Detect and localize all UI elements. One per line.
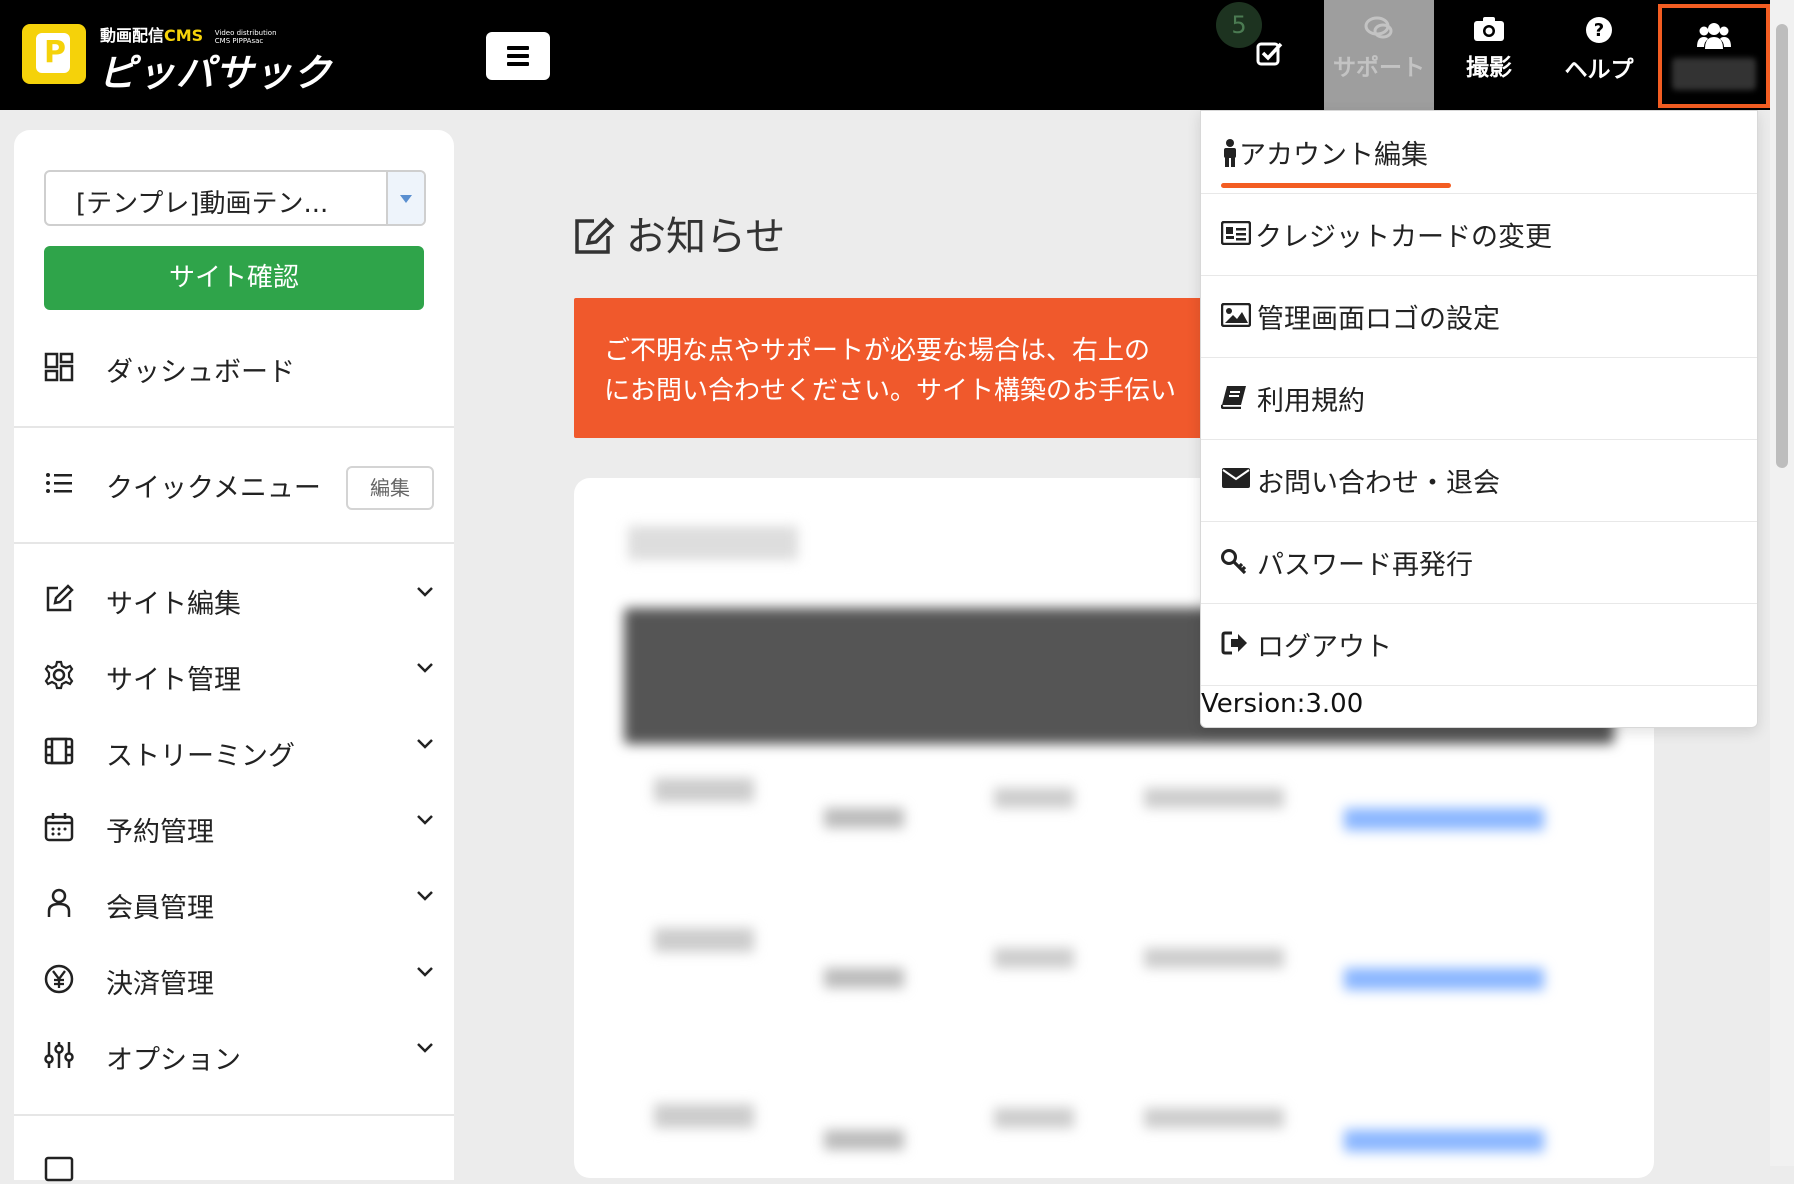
- top-header: P 動画配信CMS Video distribution CMS PIPPAsac…: [0, 0, 1794, 110]
- chevron-down-icon: [417, 815, 433, 825]
- book-icon: [1221, 386, 1246, 409]
- menu-item-logout[interactable]: ログアウト: [1201, 603, 1757, 686]
- nav-camera-label: 撮影: [1466, 55, 1512, 81]
- dashboard-icon: [44, 352, 74, 382]
- quick-menu-edit-button[interactable]: 編集: [346, 466, 434, 510]
- menu-item-contact-withdraw[interactable]: お問い合わせ・退会: [1201, 439, 1757, 522]
- page-scrollbar[interactable]: [1770, 0, 1794, 1166]
- calendar-icon: [44, 813, 74, 842]
- question-icon: ?: [1586, 17, 1612, 43]
- logo-letter: P: [44, 35, 66, 70]
- sidebar-divider: [14, 1114, 454, 1116]
- nav-camera[interactable]: 撮影: [1434, 0, 1544, 110]
- alert-line: ご不明な点やサポートが必要な場合は、右上の: [604, 336, 1151, 366]
- nav-help-label: ヘルプ: [1564, 57, 1634, 83]
- version-label: Version:3.00: [1201, 689, 1364, 719]
- users-icon: [1697, 23, 1731, 49]
- tag-icon: [44, 1156, 74, 1182]
- chevron-down-icon: [417, 587, 433, 597]
- site-select-value: [テンプレ]動画テン...: [76, 189, 329, 219]
- nav-help[interactable]: ? ヘルプ: [1544, 0, 1654, 110]
- envelope-icon: [1222, 468, 1250, 488]
- task-check-icon[interactable]: [1256, 40, 1284, 70]
- scrollbar-thumb[interactable]: [1776, 24, 1788, 468]
- chevron-down-icon: [417, 891, 433, 901]
- chevron-down-icon: [417, 967, 433, 977]
- caret-down-icon: [400, 195, 412, 203]
- gear-icon: [44, 660, 74, 690]
- active-underline: [1221, 183, 1451, 188]
- chat-icon: [1364, 16, 1393, 39]
- alert-line: にお問い合わせください。サイト構築のお手伝い: [604, 376, 1177, 406]
- page-title: お知らせ: [572, 204, 785, 262]
- menu-item-password-reissue[interactable]: パスワード再発行: [1201, 521, 1757, 604]
- sidebar-divider: [14, 542, 454, 544]
- chevron-down-icon: [417, 663, 433, 673]
- hamburger-icon: [507, 46, 529, 50]
- menu-item-account-edit[interactable]: アカウント編集: [1201, 111, 1757, 194]
- film-icon: [44, 737, 74, 765]
- site-select-arrow[interactable]: [386, 172, 424, 224]
- svg-text:?: ?: [1594, 20, 1604, 41]
- card-icon: [1221, 221, 1251, 245]
- site-select[interactable]: [テンプレ]動画テン...: [44, 170, 426, 226]
- edit-icon: [575, 217, 615, 254]
- site-check-button[interactable]: サイト確認: [44, 246, 424, 310]
- menu-toggle-button[interactable]: [486, 32, 550, 80]
- logo-icon[interactable]: P: [22, 24, 86, 84]
- account-dropdown-menu: アカウント編集 クレジットカードの変更 管理画面ロゴの設定 利用規約 お問い合わ…: [1200, 110, 1758, 728]
- chevron-down-icon: [417, 739, 433, 749]
- logout-icon: [1221, 631, 1247, 655]
- user-icon: [1224, 139, 1236, 167]
- menu-item-logo-setting[interactable]: 管理画面ロゴの設定: [1201, 275, 1757, 358]
- list-icon: [46, 473, 72, 493]
- key-icon: [1221, 549, 1247, 575]
- yen-icon: [44, 964, 74, 994]
- nav-user-account[interactable]: [1658, 4, 1770, 108]
- person-icon: [47, 888, 71, 917]
- edit-icon: [46, 584, 74, 612]
- user-name-blurred: [1672, 58, 1756, 90]
- menu-item-credit-card[interactable]: クレジットカードの変更: [1201, 193, 1757, 276]
- camera-icon: [1474, 17, 1504, 41]
- sidebar-divider: [14, 426, 454, 428]
- blurred-heading: [628, 526, 798, 560]
- sliders-icon: [44, 1042, 74, 1068]
- logo-name[interactable]: ピッパサック: [98, 42, 332, 97]
- chevron-down-icon: [417, 1043, 433, 1053]
- image-icon: [1221, 303, 1251, 327]
- nav-support-label: サポート: [1333, 55, 1425, 81]
- menu-item-terms[interactable]: 利用規約: [1201, 357, 1757, 440]
- sidebar: [テンプレ]動画テン... サイト確認 ダッシュボード クイックメニュー 編集 …: [14, 130, 454, 1182]
- nav-support[interactable]: サポート: [1324, 0, 1434, 110]
